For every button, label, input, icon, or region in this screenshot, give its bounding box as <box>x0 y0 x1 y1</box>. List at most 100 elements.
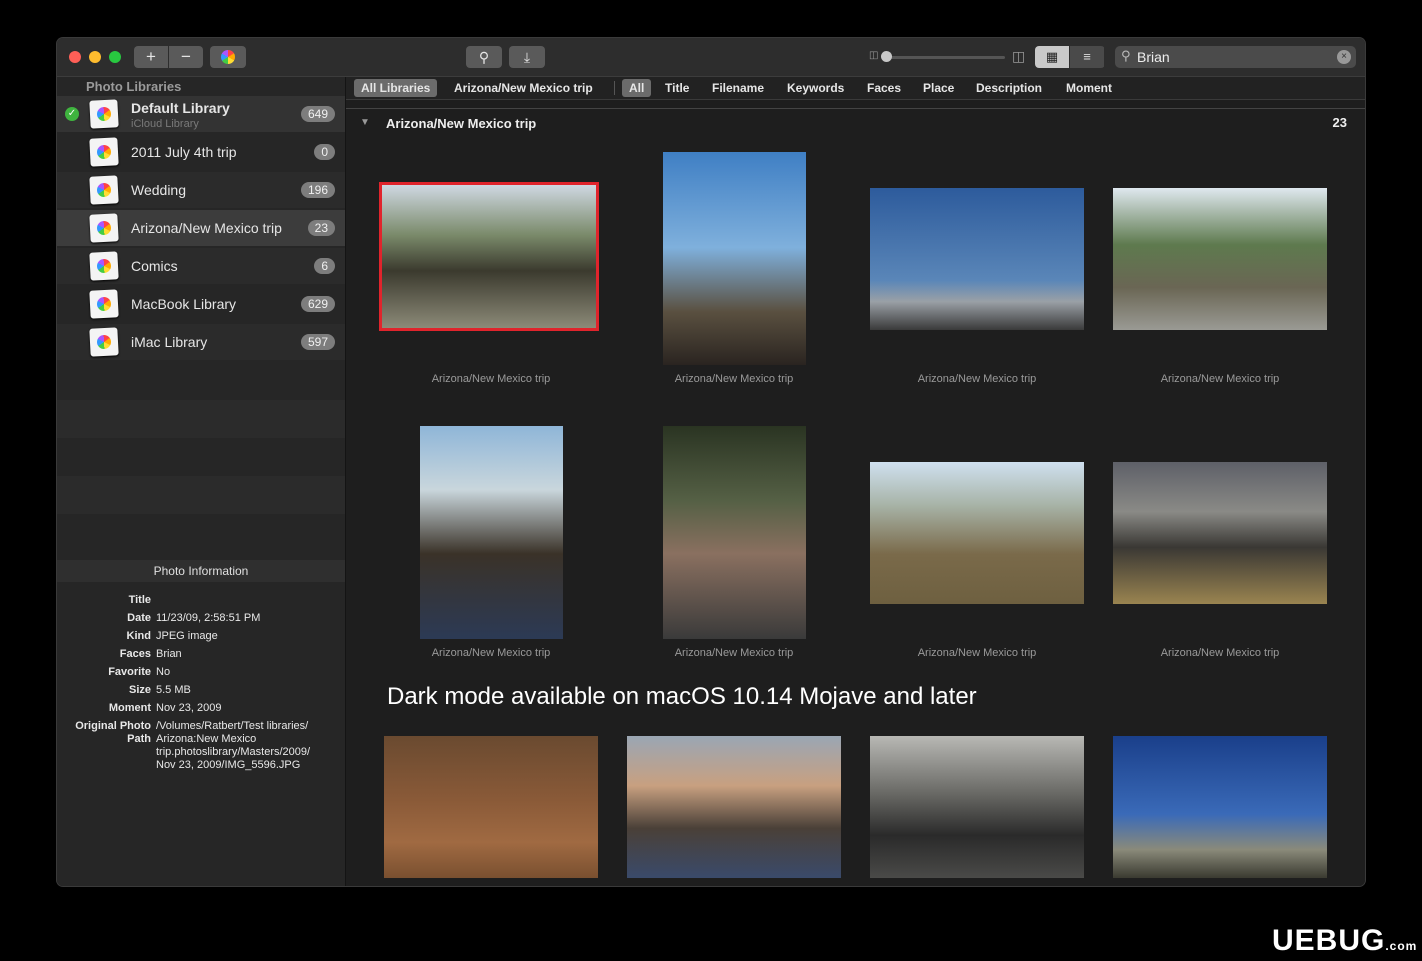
scope-all-libraries[interactable]: All Libraries <box>354 79 438 97</box>
group-count: 23 <box>1332 115 1347 130</box>
info-value: JPEG image <box>156 630 218 642</box>
photo-thumbnail[interactable] <box>627 736 841 878</box>
library-count: 649 <box>300 106 335 122</box>
export-button[interactable]: ⤓ <box>509 46 545 68</box>
photo-caption: Arizona/New Mexico trip <box>1160 647 1280 659</box>
filter-title[interactable]: Title <box>658 79 696 97</box>
photos-library-icon <box>89 289 119 319</box>
photo-caption: Arizona/New Mexico trip <box>917 373 1037 385</box>
add-library-button[interactable]: + <box>134 46 168 68</box>
info-row-path: Original Photo Path /Volumes/Ratbert/Test… <box>57 720 345 780</box>
info-label: Date <box>127 612 151 624</box>
filter-description[interactable]: Description <box>969 79 1049 97</box>
filter-all[interactable]: All <box>622 79 652 97</box>
empty-row <box>57 362 345 400</box>
remove-library-button[interactable]: − <box>169 46 203 68</box>
library-name: Comics <box>131 258 178 274</box>
photos-library-icon <box>89 99 119 129</box>
photo-thumbnail[interactable] <box>870 462 1084 604</box>
photo-caption: Arizona/New Mexico trip <box>1160 373 1280 385</box>
info-value: 5.5 MB <box>156 684 191 696</box>
photo-thumbnail[interactable] <box>379 182 599 331</box>
open-photos-button[interactable] <box>210 46 246 68</box>
info-value: /Volumes/Ratbert/Test libraries/Arizona:… <box>156 720 311 771</box>
filter-filename[interactable]: Filename <box>705 79 771 97</box>
minimize-window-button[interactable] <box>89 51 101 63</box>
library-name: iMac Library <box>131 334 208 350</box>
photo-thumbnail[interactable] <box>384 736 598 878</box>
library-item-arizona[interactable]: Arizona/New Mexico trip 23 <box>57 210 345 246</box>
photos-library-icon <box>89 137 119 167</box>
small-thumbnail-icon: ◫ <box>869 50 879 61</box>
library-name: Wedding <box>131 182 187 198</box>
search-input[interactable] <box>1137 47 1327 67</box>
filter-keywords[interactable]: Keywords <box>780 79 851 97</box>
photos-app-icon <box>221 50 235 64</box>
scope-current-library[interactable]: Arizona/New Mexico trip <box>447 79 600 97</box>
photo-thumbnail[interactable] <box>1113 462 1327 604</box>
watermark-logo: UEBUG.com <box>1272 924 1418 957</box>
slider-track[interactable] <box>885 56 1005 59</box>
library-name: MacBook Library <box>131 296 237 312</box>
magnifier-icon: ⚲ <box>478 49 490 65</box>
close-window-button[interactable] <box>69 51 81 63</box>
dark-mode-banner: Dark mode available on macOS 10.14 Mojav… <box>387 683 977 710</box>
filter-moment[interactable]: Moment <box>1059 79 1119 97</box>
library-item-imac[interactable]: iMac Library 597 <box>57 324 345 360</box>
photo-information-header: Photo Information <box>57 560 345 582</box>
empty-row <box>57 514 345 560</box>
library-count: 597 <box>300 334 335 350</box>
photos-library-icon <box>89 251 119 281</box>
photo-thumbnail[interactable] <box>1113 188 1327 330</box>
zoom-window-button[interactable] <box>109 51 121 63</box>
library-count: 6 <box>314 258 335 274</box>
library-item-macbook[interactable]: MacBook Library 629 <box>57 286 345 322</box>
thumbnail-size-slider[interactable]: ◫ ◫ <box>869 48 1029 64</box>
clear-search-icon[interactable]: × <box>1337 50 1351 64</box>
filter-place[interactable]: Place <box>916 79 961 97</box>
disclosure-triangle-icon[interactable]: ▼ <box>360 117 370 128</box>
divider <box>614 81 615 95</box>
photo-thumbnail[interactable] <box>870 188 1084 330</box>
photo-caption: Arizona/New Mexico trip <box>674 373 794 385</box>
group-title: Arizona/New Mexico trip <box>386 116 537 131</box>
magnify-button[interactable]: ⚲ <box>466 46 502 68</box>
info-value: 11/23/09, 2:58:51 PM <box>156 612 261 624</box>
photo-grid: ▼ Arizona/New Mexico trip 23 Arizona/New… <box>346 100 1365 886</box>
photo-thumbnail[interactable] <box>420 426 563 639</box>
empty-row <box>57 438 345 476</box>
info-value: Brian <box>156 648 182 660</box>
library-item-comics[interactable]: Comics 6 <box>57 248 345 284</box>
library-item-wedding[interactable]: Wedding 196 <box>57 172 345 208</box>
slider-knob[interactable] <box>881 51 892 62</box>
photo-thumbnail[interactable] <box>1113 736 1327 878</box>
group-header[interactable]: ▼ Arizona/New Mexico trip 23 <box>346 108 1365 135</box>
large-thumbnail-icon: ◫ <box>1012 48 1026 64</box>
download-icon: ⤓ <box>523 49 531 65</box>
library-item-july-4th[interactable]: 2011 July 4th trip 0 <box>57 134 345 170</box>
photo-caption: Arizona/New Mexico trip <box>431 373 551 385</box>
grid-view-button[interactable]: ▦ <box>1035 46 1069 68</box>
list-view-button[interactable]: ≡ <box>1070 46 1104 68</box>
info-label: Size <box>128 684 151 696</box>
checkmark-icon: ✓ <box>65 107 79 121</box>
photo-thumbnail[interactable] <box>663 152 806 365</box>
photos-library-icon <box>89 213 119 243</box>
search-field[interactable]: ⚲ × <box>1115 46 1356 68</box>
photos-library-icon <box>89 175 119 205</box>
info-label: Moment <box>108 702 151 714</box>
info-value: No <box>156 666 171 678</box>
filter-bar: All Libraries Arizona/New Mexico trip Al… <box>346 77 1365 100</box>
photo-thumbnail[interactable] <box>870 736 1084 878</box>
library-item-default[interactable]: ✓ Default Library iCloud Library 649 <box>57 96 345 132</box>
grid-icon: ▦ <box>1045 49 1059 64</box>
sidebar: Photo Libraries ✓ Default Library iCloud… <box>57 77 346 886</box>
info-label: Favorite <box>108 666 151 678</box>
library-count: 0 <box>314 144 335 160</box>
library-count: 629 <box>300 296 335 312</box>
empty-row <box>57 400 345 438</box>
library-count: 23 <box>307 220 335 236</box>
photo-thumbnail[interactable] <box>663 426 806 639</box>
info-label: Faces <box>119 648 151 660</box>
filter-faces[interactable]: Faces <box>860 79 908 97</box>
